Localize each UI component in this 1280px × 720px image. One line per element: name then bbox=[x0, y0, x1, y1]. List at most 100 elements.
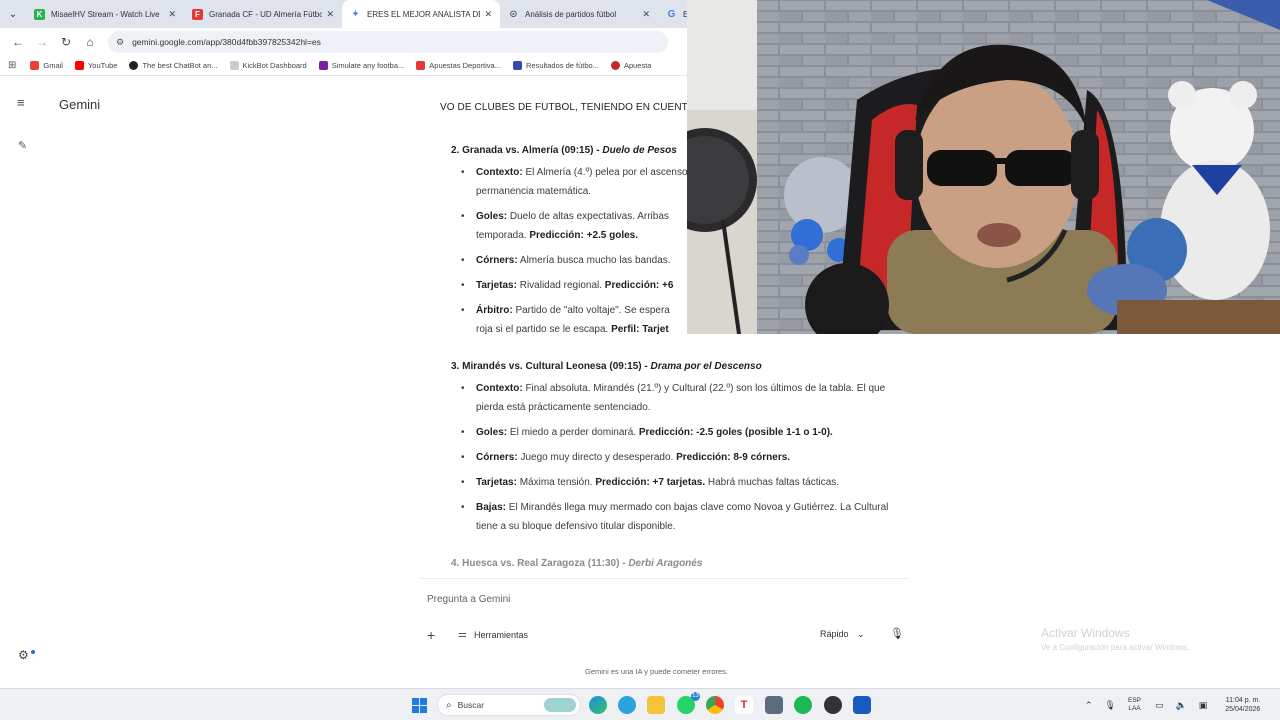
match-4-title: 4. Huesca vs. Real Zaragoza (11:30) - De… bbox=[451, 554, 702, 573]
bookmark-youtube[interactable]: YouTube bbox=[74, 61, 118, 70]
match-title-text: 3. Mirandés vs. Cultural Leonesa (09:15)… bbox=[451, 361, 651, 372]
tab-kick-stream[interactable]: K MisaelHV Stream - Watch Live ✕ bbox=[26, 0, 184, 28]
bullet-text: Duelo de altas expectativas. Arribas bbox=[507, 211, 669, 222]
prompt-composer[interactable]: Pregunta a Gemini + ⚌ Herramientas Rápid… bbox=[420, 578, 910, 648]
bullet-prediction: Predicción: 8-9 córners. bbox=[673, 452, 791, 463]
forward-arrow-icon[interactable]: → bbox=[30, 30, 54, 54]
bullet-text: El miedo a perder dominará. bbox=[507, 427, 637, 438]
bookmark-kickbot[interactable]: KickBot Dashboard bbox=[229, 61, 307, 70]
word-icon[interactable] bbox=[853, 696, 871, 714]
text-tool-icon[interactable]: T bbox=[735, 696, 753, 714]
bullet-text: Máxima tensión. bbox=[516, 477, 593, 488]
apuesta-icon bbox=[610, 61, 620, 70]
close-tab-icon[interactable]: ✕ bbox=[484, 9, 492, 20]
bullet-label: Tarjetas: bbox=[476, 477, 517, 488]
list-item: Bajas: El Mirandés llega muy mermado con… bbox=[461, 498, 906, 536]
language-indicator[interactable]: ESP LAA bbox=[1128, 697, 1141, 713]
list-item: Contexto: Final absoluta. Mirandés (21.º… bbox=[461, 379, 906, 417]
prompt-input[interactable]: Pregunta a Gemini bbox=[427, 594, 510, 605]
match-2-title: 2. Granada vs. Almería (09:15) - Duelo d… bbox=[451, 141, 677, 160]
mode-selector[interactable]: Rápido ⌄ bbox=[820, 629, 865, 640]
obs-icon[interactable] bbox=[824, 696, 842, 714]
bullet-label: Contexto: bbox=[476, 383, 523, 394]
tab-search-chevron-icon[interactable]: ⌄ bbox=[0, 0, 26, 28]
microphone-tray-icon[interactable]: 🎙 bbox=[1105, 700, 1116, 711]
bookmark-label: YouTube bbox=[87, 61, 118, 70]
whatsapp-icon[interactable]: 13 bbox=[677, 692, 700, 714]
bookmark-label: Simulate any footba... bbox=[331, 61, 405, 70]
match-3-details: Contexto: Final absoluta. Mirandés (21.º… bbox=[461, 379, 906, 542]
bookmark-apuestas[interactable]: Apuestas Deportiva... bbox=[416, 61, 501, 70]
notification-dot bbox=[31, 650, 35, 654]
chevron-up-icon[interactable]: ⌃ bbox=[1085, 700, 1093, 711]
match-title-text: 2. Granada vs. Almería (09:15) - bbox=[451, 145, 603, 156]
settings-gear-icon[interactable]: ⚙ bbox=[18, 648, 29, 662]
match-subtitle: Derbi Aragonés bbox=[628, 558, 703, 569]
prompt-heading: VO DE CLUBES DE FUTBOL, TENIENDO EN CUEN… bbox=[440, 102, 694, 113]
bullet-text: roja si el partido se le escapa. bbox=[476, 324, 609, 335]
edge-icon[interactable] bbox=[589, 696, 607, 714]
tools-button[interactable]: ⚌ Herramientas bbox=[458, 629, 528, 640]
calculator-icon[interactable] bbox=[765, 696, 783, 714]
site-settings-icon[interactable]: ⚙ bbox=[116, 37, 124, 48]
volume-icon[interactable]: 🔈 bbox=[1176, 700, 1187, 711]
tab-label: MisaelHV Stream - Watch Live bbox=[51, 9, 160, 19]
bullet-label: Córners: bbox=[476, 452, 518, 463]
home-icon[interactable]: ⌂ bbox=[78, 30, 102, 54]
network-icon[interactable]: ▭ bbox=[1155, 700, 1164, 711]
bookmark-simulate[interactable]: Simulate any footba... bbox=[318, 61, 405, 70]
close-tab-icon[interactable]: ✕ bbox=[168, 9, 176, 20]
battery-icon[interactable]: ▣ bbox=[1199, 700, 1208, 711]
webcam-overlay bbox=[687, 0, 1280, 334]
tab-label: Análisis de partidos fútbol bbox=[525, 9, 617, 19]
new-chat-icon[interactable]: ✎ bbox=[18, 139, 27, 152]
add-plus-icon[interactable]: + bbox=[427, 627, 435, 643]
close-tab-icon[interactable]: ✕ bbox=[642, 9, 650, 20]
tab-granada-almeria[interactable]: F Granada CF - UD Almería Fútbol ✕ bbox=[184, 0, 342, 28]
match-subtitle: Drama por el Descenso bbox=[650, 361, 762, 372]
kick-favicon-icon: K bbox=[34, 8, 45, 20]
taskbar-search[interactable]: ⌕ Buscar bbox=[437, 694, 581, 716]
watermark-subtitle: Ve a Configuración para activar Windows. bbox=[1041, 643, 1190, 652]
apps-grid-icon[interactable]: ⊞ bbox=[8, 60, 16, 71]
file-explorer-icon[interactable] bbox=[647, 696, 665, 714]
lang-layout: LAA bbox=[1128, 705, 1141, 712]
tab-label: ERES EL MEJOR ANALISTA DEP bbox=[367, 9, 481, 19]
system-tray: ⌃ 🎙 ESP LAA ▭ 🔈 ▣ 11:04 p. m. 25/04/2026 bbox=[1085, 689, 1260, 720]
clock-time: 11:04 p. m. bbox=[1225, 697, 1261, 704]
bookmark-label: Resultados de fútbo... bbox=[525, 61, 599, 70]
chatgpt-icon bbox=[129, 61, 139, 70]
tab-label: Granada CF - UD Almería Fútbol bbox=[209, 9, 323, 19]
back-arrow-icon[interactable]: ← bbox=[6, 30, 30, 54]
address-bar[interactable]: ⚙ gemini.google.com/app/380d4fbb39782534… bbox=[108, 31, 668, 53]
bookmark-label: Apuestas Deportiva... bbox=[429, 61, 501, 70]
spotify-icon[interactable] bbox=[794, 696, 812, 714]
bullet-prediction: Predicción: +6 bbox=[602, 280, 674, 291]
youtube-icon bbox=[74, 61, 84, 70]
bookmark-label: Apuesta bbox=[623, 61, 652, 70]
watermark-title: Activar Windows bbox=[1041, 626, 1130, 640]
telegram-icon[interactable] bbox=[618, 696, 636, 714]
bookmark-apuesta[interactable]: Apuesta bbox=[610, 61, 652, 70]
hamburger-menu-icon[interactable]: ≡ bbox=[17, 95, 25, 110]
activate-windows-watermark: Activar Windows Ve a Configuración para … bbox=[1041, 626, 1271, 652]
bookmark-resultados[interactable]: Resultados de fútbo... bbox=[512, 61, 599, 70]
list-item: Goles: El miedo a perder dominará. Predi… bbox=[461, 423, 906, 442]
app-title: Gemini bbox=[59, 97, 101, 112]
gemini-sidebar: ≡ ✎ ⚙ bbox=[0, 77, 60, 688]
windows-start-icon[interactable] bbox=[412, 698, 427, 713]
bullet-prediction: Perfil: Tarjet bbox=[608, 324, 669, 335]
bookmark-chatbot[interactable]: The best ChatBot an... bbox=[129, 61, 218, 70]
globe-favicon-icon: ⊙ bbox=[509, 8, 518, 20]
microphone-icon[interactable]: 🎙 bbox=[890, 627, 904, 640]
bookmark-gmail[interactable]: Gmail bbox=[30, 61, 63, 70]
clock[interactable]: 11:04 p. m. 25/04/2026 bbox=[1225, 696, 1260, 714]
chrome-icon[interactable] bbox=[706, 696, 724, 714]
whatsapp-badge: 13 bbox=[691, 692, 700, 701]
close-tab-icon[interactable]: ✕ bbox=[326, 9, 334, 20]
bullet-label: Córners: bbox=[476, 255, 518, 266]
tab-analisis-partidos[interactable]: ⊙ Análisis de partidos fútbol ✕ bbox=[500, 0, 658, 28]
match-3-title: 3. Mirandés vs. Cultural Leonesa (09:15)… bbox=[451, 357, 762, 376]
tab-gemini-active[interactable]: ✦ ERES EL MEJOR ANALISTA DEP ✕ bbox=[342, 0, 500, 28]
reload-icon[interactable]: ↻ bbox=[54, 30, 78, 54]
